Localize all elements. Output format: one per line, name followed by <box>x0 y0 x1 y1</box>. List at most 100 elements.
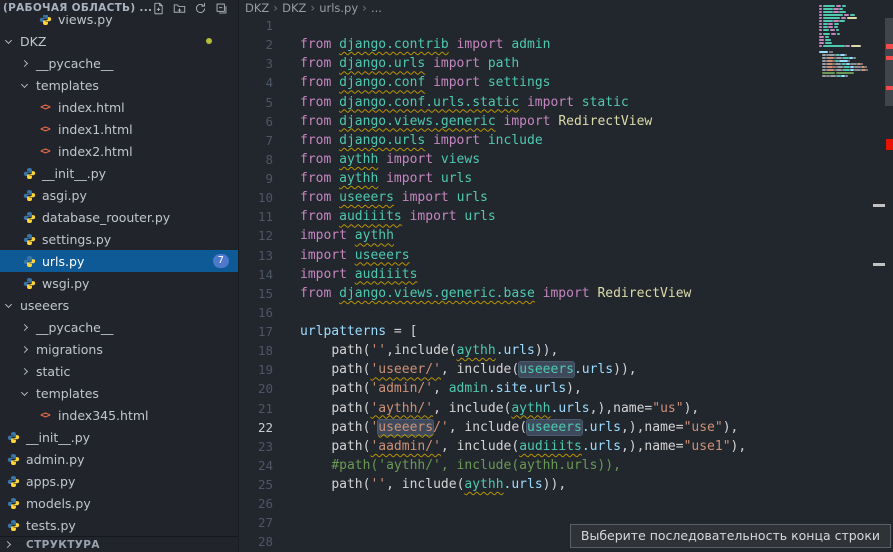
tree-file-asgi-py[interactable]: asgi.py <box>0 184 238 206</box>
breadcrumb-item[interactable]: ... <box>371 1 382 15</box>
refresh-explorer-icon[interactable] <box>193 1 207 15</box>
line-number[interactable]: 1 <box>239 16 273 35</box>
code-line[interactable]: 9from aythh import urls <box>239 169 893 188</box>
tree-file-init-py[interactable]: __init__.py <box>0 426 238 448</box>
tree-folder-static[interactable]: static <box>0 360 238 382</box>
line-number[interactable]: 24 <box>239 456 273 475</box>
tree-file-admin-py[interactable]: admin.py <box>0 448 238 470</box>
code-token: .site.urls <box>488 381 566 396</box>
line-number[interactable]: 19 <box>239 360 273 379</box>
code-line[interactable]: 25 path('', include(aythh.urls)), <box>239 475 893 494</box>
line-number[interactable]: 10 <box>239 188 273 207</box>
new-file-icon[interactable] <box>151 1 165 15</box>
code-line[interactable]: 23 path('aadmin/', include(audiiits.urls… <box>239 437 893 456</box>
line-number[interactable]: 12 <box>239 226 273 245</box>
code-line[interactable]: 14import audiiits <box>239 265 893 284</box>
code-line[interactable]: 22 path('useeers/', include(useeers.urls… <box>239 418 893 437</box>
tree-file-apps-py[interactable]: apps.py <box>0 470 238 492</box>
line-number[interactable]: 3 <box>239 54 273 73</box>
tree-file-init-py[interactable]: __init__.py <box>0 162 238 184</box>
line-number[interactable]: 5 <box>239 93 273 112</box>
code-token: path <box>331 343 362 358</box>
line-number[interactable]: 14 <box>239 265 273 284</box>
code-text: path('useeers/', include(useeers.urls,),… <box>300 418 738 437</box>
minimap[interactable] <box>819 2 883 122</box>
breadcrumb-item[interactable]: DKZ <box>282 1 306 15</box>
code-line[interactable]: 12import aythh <box>239 226 893 245</box>
tree-file-index2-html[interactable]: <>index2.html <box>0 140 238 162</box>
code-token: , <box>433 401 449 416</box>
tree-file-index345-html[interactable]: <>index345.html <box>0 404 238 426</box>
line-number[interactable]: 16 <box>239 303 273 322</box>
code-line[interactable]: 1 <box>239 16 893 35</box>
code-line[interactable]: 11from audiiits import urls <box>239 207 893 226</box>
line-number[interactable]: 6 <box>239 112 273 131</box>
tree-file-urls-py[interactable]: urls.py7 <box>0 250 238 272</box>
tree-folder-pycache[interactable]: __pycache__ <box>0 316 238 338</box>
code-token: , <box>433 381 449 396</box>
line-number[interactable]: 26 <box>239 494 273 513</box>
line-number[interactable]: 9 <box>239 169 273 188</box>
code-line[interactable]: 20 path('admin/', admin.site.urls), <box>239 379 893 398</box>
tree-folder-templates[interactable]: templates <box>0 74 238 96</box>
code-line[interactable]: 15from django.views.generic.base import … <box>239 284 893 303</box>
code-line[interactable]: 19 path('useeer/', include(useeers.urls)… <box>239 360 893 379</box>
line-number[interactable]: 15 <box>239 284 273 303</box>
line-number[interactable]: 13 <box>239 246 273 265</box>
tree-file-index-html[interactable]: <>index.html <box>0 96 238 118</box>
code-line[interactable]: 13import useeers <box>239 246 893 265</box>
tree-file-settings-py[interactable]: settings.py <box>0 228 238 250</box>
code-line[interactable]: 8from aythh import views <box>239 150 893 169</box>
tree-folder-dkz[interactable]: DKZ <box>0 30 238 52</box>
outline-section-label: СТРУКТУРА <box>26 539 100 551</box>
tree-folder-templates[interactable]: templates <box>0 382 238 404</box>
scrollbar-slider[interactable] <box>885 18 893 106</box>
code-token: path <box>331 381 362 396</box>
tree-file-models-py[interactable]: models.py <box>0 492 238 514</box>
code-line[interactable]: 16 <box>239 303 893 322</box>
tree-file-database-roouter-py[interactable]: database_roouter.py <box>0 206 238 228</box>
html-file-icon: <> <box>38 144 52 158</box>
code-line[interactable]: 6from django.views.generic import Redire… <box>239 112 893 131</box>
code-line[interactable]: 7from django.urls import include <box>239 131 893 150</box>
line-number[interactable]: 21 <box>239 399 273 418</box>
code-line[interactable]: 26 <box>239 494 893 513</box>
tree-file-index1-html[interactable]: <>index1.html <box>0 118 238 140</box>
tree-file-wsgi-py[interactable]: wsgi.py <box>0 272 238 294</box>
line-number[interactable]: 25 <box>239 475 273 494</box>
line-number[interactable]: 11 <box>239 207 273 226</box>
code-line[interactable]: 10from useeers import urls <box>239 188 893 207</box>
breadcrumb-item[interactable]: DKZ <box>245 1 269 15</box>
line-number[interactable]: 22 <box>239 418 273 437</box>
code-line[interactable]: 17urlpatterns = [ <box>239 322 893 341</box>
line-number[interactable]: 23 <box>239 437 273 456</box>
code-token: )), <box>543 477 566 492</box>
collapse-folders-icon[interactable] <box>214 1 228 15</box>
code-area[interactable]: 12from django.contrib import admin3from … <box>239 16 893 552</box>
line-number[interactable]: 28 <box>239 532 273 551</box>
tree-file-tests-py[interactable]: tests.py <box>0 514 238 536</box>
code-line[interactable]: 3from django.urls import path <box>239 54 893 73</box>
code-token: django.contrib <box>339 37 449 52</box>
line-number[interactable]: 27 <box>239 513 273 532</box>
code-line[interactable]: 24 #path('aythh/', include(aythh.urls)), <box>239 456 893 475</box>
code-token: aythh <box>511 401 550 416</box>
line-number[interactable]: 18 <box>239 341 273 360</box>
code-line[interactable]: 4from django.conf import settings <box>239 73 893 92</box>
code-line[interactable]: 21 path('aythh/', include(aythh.urls,),n… <box>239 399 893 418</box>
tree-folder-pycache[interactable]: __pycache__ <box>0 52 238 74</box>
line-number[interactable]: 4 <box>239 73 273 92</box>
line-number[interactable]: 17 <box>239 322 273 341</box>
line-number[interactable]: 8 <box>239 150 273 169</box>
line-number[interactable]: 2 <box>239 35 273 54</box>
tree-folder-useeers[interactable]: useeers <box>0 294 238 316</box>
breadcrumb-item[interactable]: urls.py <box>319 1 358 15</box>
code-line[interactable]: 2from django.contrib import admin <box>239 35 893 54</box>
new-folder-icon[interactable] <box>172 1 186 15</box>
outline-section-header[interactable]: СТРУКТУРА <box>0 536 238 552</box>
code-line[interactable]: 18 path('',include(aythh.urls)), <box>239 341 893 360</box>
line-number[interactable]: 20 <box>239 379 273 398</box>
tree-folder-migrations[interactable]: migrations <box>0 338 238 360</box>
line-number[interactable]: 7 <box>239 131 273 150</box>
code-line[interactable]: 5from django.conf.urls.static import sta… <box>239 93 893 112</box>
